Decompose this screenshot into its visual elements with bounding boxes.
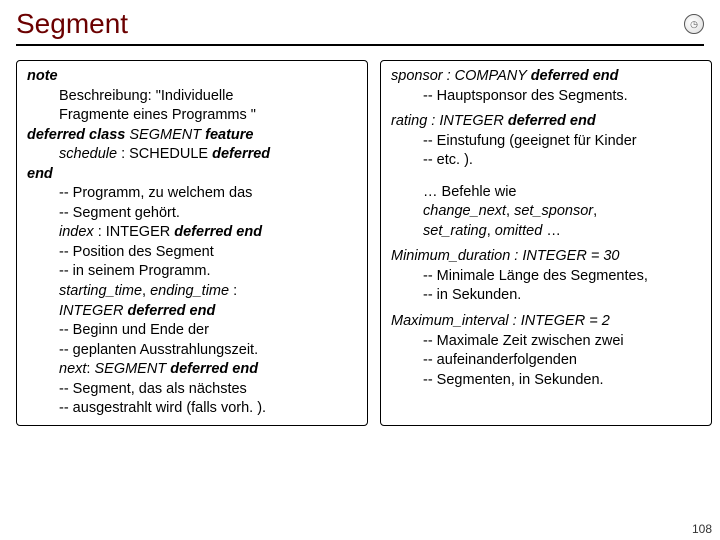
- next-type: SEGMENT: [94, 361, 170, 377]
- sponsor-line: sponsor : COMPANY deferred end: [391, 67, 701, 86]
- kw-def-end-4: deferred end: [531, 68, 619, 84]
- bf3d: …: [542, 223, 561, 239]
- idx-type: : INTEGER: [94, 224, 175, 240]
- c2b: -- in seinem Programm.: [27, 262, 357, 281]
- fname-mindur: Minimum_duration: [391, 248, 510, 264]
- kw-deferred-1: deferred: [212, 146, 270, 162]
- content-row: note Beschreibung: "Individuelle Fragmen…: [16, 60, 704, 426]
- c3b: -- geplanten Ausstrahlungszeit.: [27, 341, 357, 360]
- bf-omitted: omitted: [495, 223, 543, 239]
- starting-line2: INTEGER deferred end: [27, 302, 357, 321]
- kw-feature: feature: [205, 127, 253, 143]
- maxint-line: Maximum_interval : INTEGER = 2: [391, 312, 701, 331]
- mdc1: -- Minimale Länge des Segmentes,: [391, 267, 701, 286]
- fname-rating: rating: [391, 113, 427, 129]
- mdc2: -- in Sekunden.: [391, 286, 701, 305]
- bf2d: ,: [593, 203, 597, 219]
- sponsor-type: : COMPANY: [443, 68, 531, 84]
- left-desc1: Beschreibung: "Individuelle: [27, 87, 357, 106]
- c4b: -- ausgestrahlt wird (falls vorh. ).: [27, 399, 357, 418]
- fname-index: index: [59, 224, 94, 240]
- mindur-type: : INTEGER = 30: [510, 248, 619, 264]
- fname-next: next: [59, 361, 86, 377]
- rating-line: rating : INTEGER deferred end: [391, 112, 701, 131]
- rtc1: -- Einstufung (geeignet für Kinder: [391, 132, 701, 151]
- starting-type: INTEGER: [59, 303, 123, 319]
- starting-line: starting_time, ending_time :: [27, 282, 357, 301]
- c1a: -- Programm, zu welchem das: [27, 184, 357, 203]
- next-line: next: SEGMENT deferred end: [27, 360, 357, 379]
- fname-ending: ending_time: [150, 283, 229, 299]
- kw-def-end-3: deferred end: [170, 361, 258, 377]
- mxc1: -- Maximale Zeit zwischen zwei: [391, 332, 701, 351]
- classname: SEGMENT: [129, 127, 201, 143]
- logo-icon: ◷: [684, 14, 704, 34]
- kw-note: note: [27, 67, 357, 86]
- bf3: set_rating, omitted …: [391, 222, 701, 241]
- comma1: ,: [142, 283, 150, 299]
- bf1: … Befehle wie: [391, 183, 701, 202]
- bf3b: ,: [487, 223, 495, 239]
- kw-def-end-1: deferred end: [174, 224, 262, 240]
- rtc2: -- etc. ).: [391, 151, 701, 170]
- bf2: change_next, set_sponsor,: [391, 202, 701, 221]
- kw-end: end: [27, 165, 357, 184]
- colon1: :: [229, 283, 237, 299]
- bf-set-sponsor: set_sponsor: [514, 203, 593, 219]
- kw-def-end-2: deferred end: [127, 303, 215, 319]
- rating-type: : INTEGER: [427, 113, 508, 129]
- maxint-type: : INTEGER = 2: [509, 313, 610, 329]
- c1b: -- Segment gehört.: [27, 204, 357, 223]
- sched-type: : SCHEDULE: [117, 146, 212, 162]
- spc: -- Hauptsponsor des Segments.: [391, 87, 701, 106]
- bf-change-next: change_next: [423, 203, 506, 219]
- c2a: -- Position des Segment: [27, 243, 357, 262]
- page-number: 108: [692, 522, 712, 536]
- index-line: index : INTEGER deferred end: [27, 223, 357, 242]
- fname-maxint: Maximum_interval: [391, 313, 509, 329]
- mxc2: -- aufeinanderfolgenden: [391, 351, 701, 370]
- left-desc2: Fragmente eines Programms ": [27, 106, 357, 125]
- schedule-line: schedule : SCHEDULE deferred: [27, 145, 357, 164]
- bf-set-rating: set_rating: [423, 223, 487, 239]
- mxc3: -- Segmenten, in Sekunden.: [391, 371, 701, 390]
- kw-def-end-5: deferred end: [508, 113, 596, 129]
- page-title: Segment: [16, 8, 128, 40]
- bf2b: ,: [506, 203, 514, 219]
- c3a: -- Beginn und Ende der: [27, 321, 357, 340]
- fname-starting: starting_time: [59, 283, 142, 299]
- mindur-line: Minimum_duration : INTEGER = 30: [391, 247, 701, 266]
- kw-deferred-class: deferred class: [27, 127, 125, 143]
- fname-schedule: schedule: [59, 146, 117, 162]
- right-codebox: sponsor : COMPANY deferred end -- Haupts…: [380, 60, 712, 426]
- fname-sponsor: sponsor: [391, 68, 443, 84]
- left-codebox: note Beschreibung: "Individuelle Fragmen…: [16, 60, 368, 426]
- c4a: -- Segment, das als nächstes: [27, 380, 357, 399]
- defclass-line: deferred class SEGMENT feature: [27, 126, 357, 145]
